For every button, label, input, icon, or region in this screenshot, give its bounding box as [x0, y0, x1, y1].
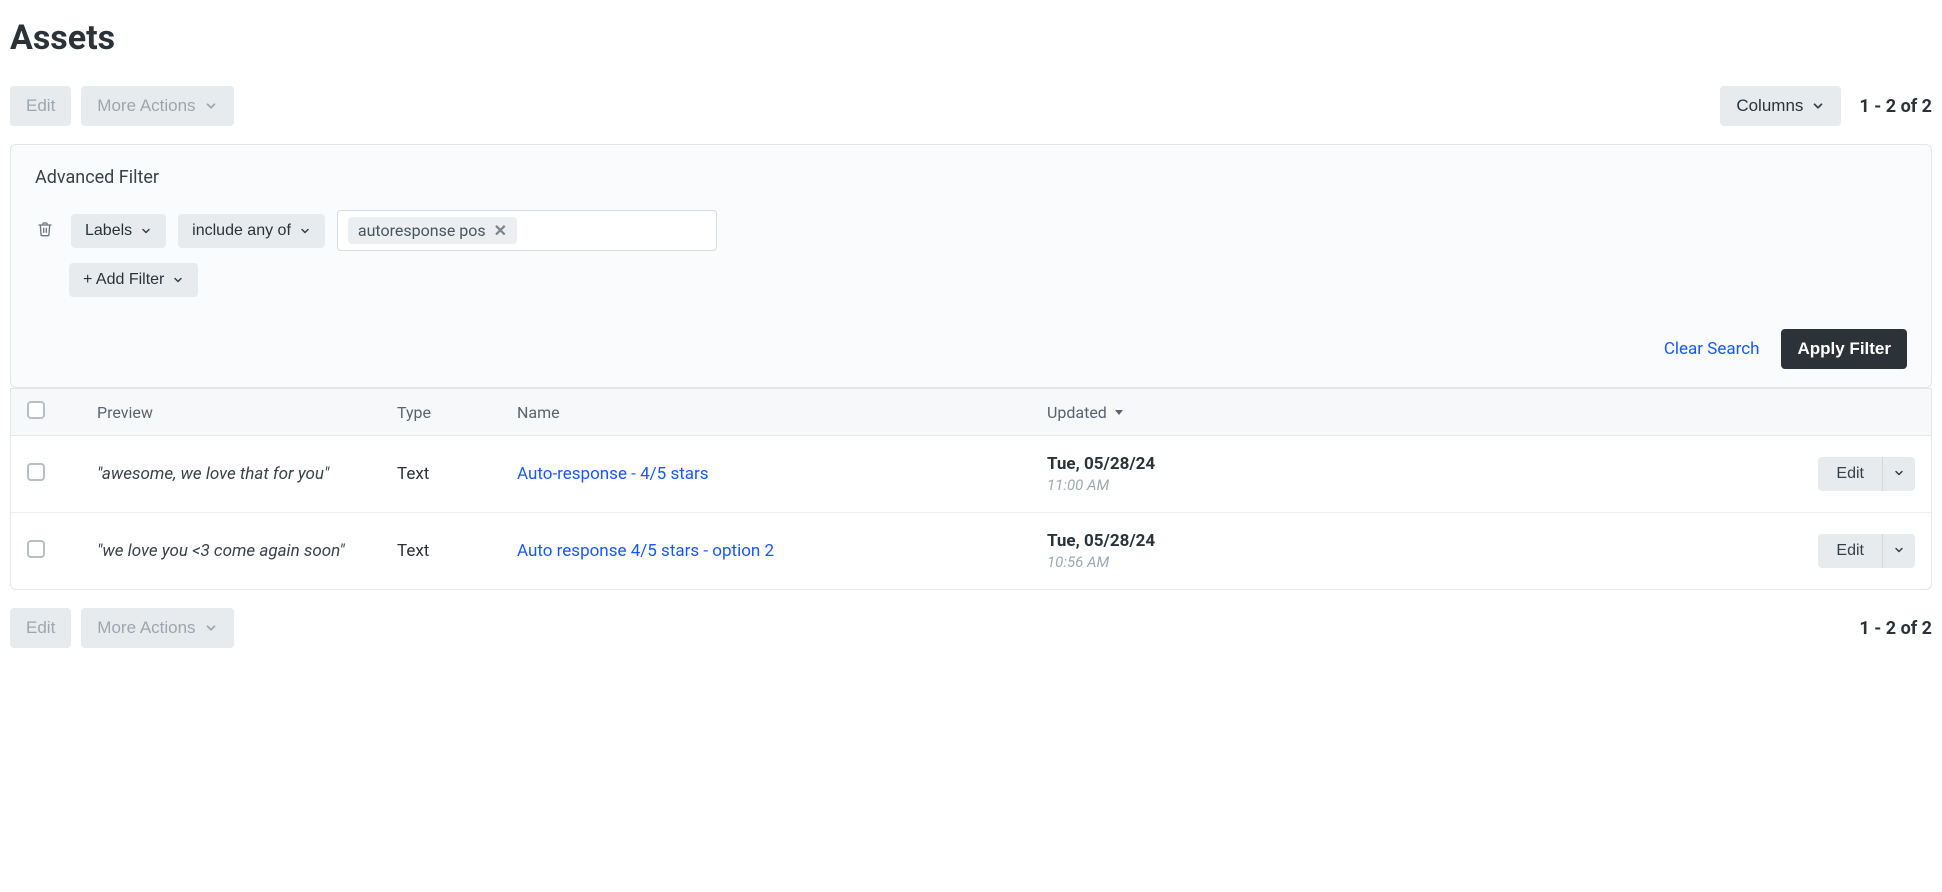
updated-cell: Tue, 05/28/24 10:56 AM	[1047, 531, 1407, 571]
chevron-down-icon	[204, 99, 218, 113]
filter-value-input[interactable]: autoresponse pos ✕	[337, 210, 717, 251]
preview-cell: "we love you <3 come again soon"	[97, 541, 397, 561]
asset-name-link[interactable]: Auto-response - 4/5 stars	[517, 464, 709, 484]
more-actions-label: More Actions	[97, 96, 195, 116]
filter-operator-dropdown[interactable]: include any of	[178, 214, 325, 248]
more-actions-button[interactable]: More Actions	[81, 86, 233, 126]
chevron-down-icon	[172, 274, 184, 286]
th-updated-label: Updated	[1047, 403, 1107, 422]
updated-date: Tue, 05/28/24	[1047, 454, 1407, 474]
edit-label: Edit	[26, 96, 55, 116]
pagination-range-bottom: 1 - 2 of 2	[1859, 618, 1932, 639]
th-name: Name	[517, 403, 1047, 422]
row-checkbox[interactable]	[27, 463, 45, 481]
row-edit-dropdown[interactable]	[1882, 457, 1915, 491]
filter-field-dropdown[interactable]: Labels	[71, 214, 166, 248]
row-edit-split-button: Edit	[1818, 457, 1915, 491]
chevron-down-icon	[204, 621, 218, 635]
filter-operator-label: include any of	[192, 222, 291, 240]
chevron-down-icon	[1811, 99, 1825, 113]
apply-filter-button[interactable]: Apply Filter	[1781, 329, 1907, 369]
row-edit-split-button: Edit	[1818, 534, 1915, 568]
filter-field-label: Labels	[85, 222, 132, 240]
columns-label: Columns	[1736, 96, 1803, 116]
sort-desc-icon	[1113, 403, 1125, 422]
top-toolbar: Edit More Actions Columns 1 - 2 of 2	[10, 86, 1932, 126]
trash-icon[interactable]	[35, 216, 59, 246]
updated-time: 10:56 AM	[1047, 553, 1407, 571]
page-title: Assets	[10, 18, 1932, 58]
add-filter-button[interactable]: + Add Filter	[69, 263, 198, 297]
updated-time: 11:00 AM	[1047, 476, 1407, 494]
assets-table: Preview Type Name Updated "awesome, we l…	[10, 388, 1932, 590]
remove-tag-icon[interactable]: ✕	[494, 221, 507, 240]
filter-tag: autoresponse pos ✕	[348, 217, 517, 244]
row-edit-button[interactable]: Edit	[1818, 534, 1882, 568]
row-edit-button[interactable]: Edit	[1818, 457, 1882, 491]
more-actions-button-bottom[interactable]: More Actions	[81, 608, 233, 648]
chevron-down-icon	[299, 225, 311, 237]
bottom-toolbar: Edit More Actions 1 - 2 of 2	[10, 608, 1932, 648]
row-checkbox[interactable]	[27, 540, 45, 558]
filter-tag-label: autoresponse pos	[358, 221, 486, 240]
select-all-checkbox[interactable]	[27, 401, 45, 419]
row-edit-dropdown[interactable]	[1882, 534, 1915, 568]
updated-cell: Tue, 05/28/24 11:00 AM	[1047, 454, 1407, 494]
preview-cell: "awesome, we love that for you"	[97, 464, 397, 484]
filter-title: Advanced Filter	[35, 167, 1907, 188]
edit-button-bottom[interactable]: Edit	[10, 608, 71, 648]
updated-date: Tue, 05/28/24	[1047, 531, 1407, 551]
columns-button[interactable]: Columns	[1720, 86, 1841, 126]
add-filter-label: + Add Filter	[83, 271, 164, 289]
th-updated[interactable]: Updated	[1047, 403, 1407, 422]
edit-button[interactable]: Edit	[10, 86, 71, 126]
advanced-filter-panel: Advanced Filter Labels include any of au…	[10, 144, 1932, 388]
chevron-down-icon	[140, 225, 152, 237]
pagination-range: 1 - 2 of 2	[1859, 96, 1932, 117]
th-preview: Preview	[97, 403, 397, 422]
edit-label: Edit	[26, 618, 55, 638]
clear-search-link[interactable]: Clear Search	[1664, 339, 1760, 359]
table-row: "we love you <3 come again soon" Text Au…	[11, 513, 1931, 589]
type-cell: Text	[397, 464, 517, 484]
table-row: "awesome, we love that for you" Text Aut…	[11, 436, 1931, 513]
table-header: Preview Type Name Updated	[11, 388, 1931, 436]
more-actions-label: More Actions	[97, 618, 195, 638]
apply-filter-label: Apply Filter	[1797, 339, 1891, 359]
th-type: Type	[397, 403, 517, 422]
asset-name-link[interactable]: Auto response 4/5 stars - option 2	[517, 541, 774, 561]
type-cell: Text	[397, 541, 517, 561]
